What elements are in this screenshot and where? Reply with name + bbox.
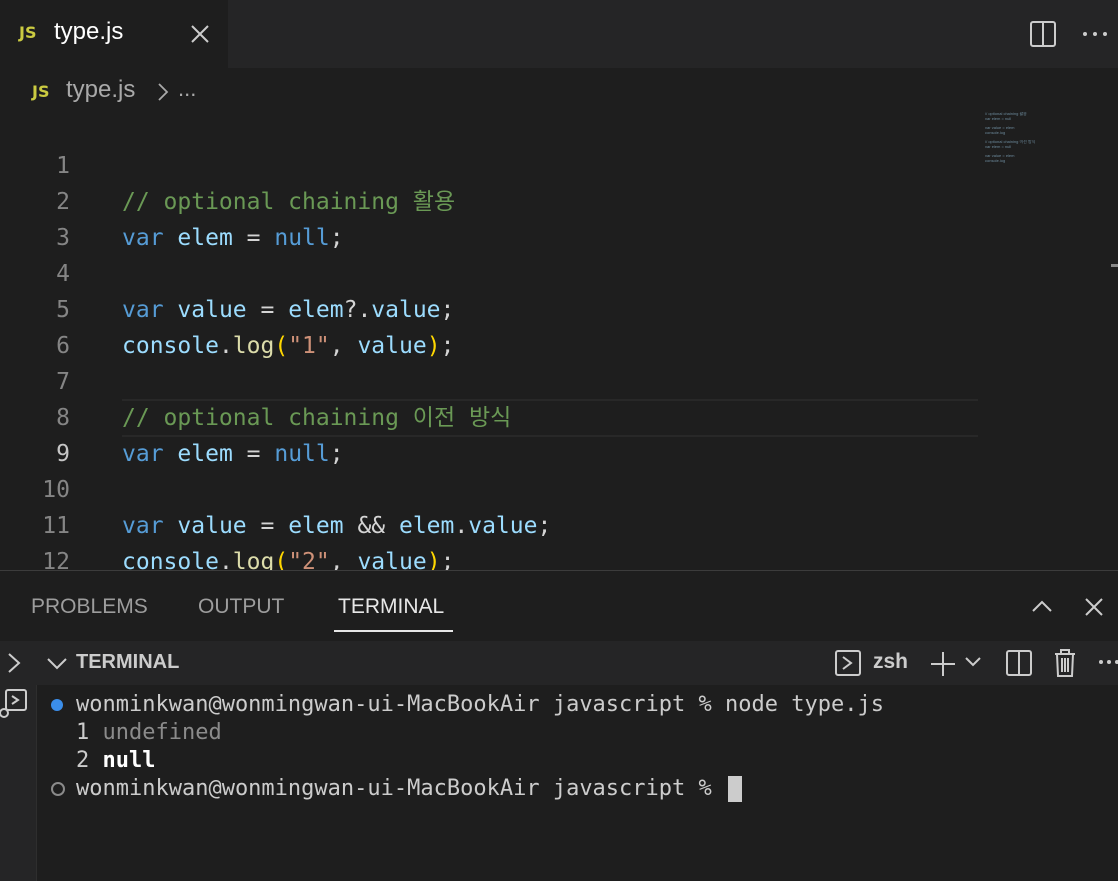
output-number: 1 <box>76 720 90 745</box>
output-value: undefined <box>102 720 222 745</box>
code-line: 10 var value = elem && elem.value; <box>0 436 980 539</box>
code-line: 5 console.log("1", value); <box>0 256 980 359</box>
code-line: 4 var value = elem?.value; <box>0 220 980 323</box>
terminal-prompt: wonminkwan@wonmingwan-ui-MacBookAir java… <box>76 776 726 801</box>
terminal-line: 2 null <box>76 747 155 775</box>
bottom-panel: PROBLEMS OUTPUT TERMINAL TERMINAL zsh wo… <box>0 570 1118 881</box>
terminal-header: TERMINAL zsh <box>36 641 1118 685</box>
code-line: 1 // optional chaining 활용 <box>0 112 980 215</box>
chevron-right-icon[interactable] <box>4 651 24 675</box>
add-terminal-icon[interactable] <box>928 649 958 679</box>
tab-output[interactable]: OUTPUT <box>198 595 284 619</box>
minimap-line <box>985 150 1057 153</box>
editor-tab-bar: JS type.js <box>0 0 1118 68</box>
code-line: 2 var elem = null; <box>0 148 980 251</box>
code-line: 11 console.log("2", value); <box>0 472 980 575</box>
code-editor[interactable]: 1 // optional chaining 활용 2 var elem = n… <box>0 112 1118 575</box>
javascript-file-icon: JS <box>32 82 50 101</box>
code-line: 3 <box>0 184 980 251</box>
code-line: 12 <box>0 508 980 575</box>
javascript-file-icon: JS <box>19 23 37 42</box>
terminal-prompt: wonminkwan@wonmingwan-ui-MacBookAir java… <box>76 692 726 717</box>
more-actions-icon[interactable] <box>1098 657 1118 667</box>
command-status-dot <box>51 782 65 796</box>
close-panel-icon[interactable] <box>1082 595 1106 619</box>
terminal-section-title: TERMINAL <box>76 651 180 673</box>
terminal-line: 1 undefined <box>76 719 222 747</box>
minimap-line <box>985 122 1057 125</box>
minimap[interactable]: // optional chaining 활용 var elem = null … <box>985 112 1057 172</box>
minimap-line: var elem = null <box>985 117 1012 121</box>
minimap-line: console.log <box>985 159 1006 163</box>
code-line: 9 <box>0 400 980 467</box>
breadcrumb-file[interactable]: type.js <box>66 76 135 104</box>
run-debug-icon[interactable] <box>0 687 28 719</box>
breadcrumb-symbols[interactable]: ... <box>178 76 196 102</box>
terminal-command: node type.js <box>725 692 884 717</box>
minimap-line: // optional chaining 활용 <box>985 112 1027 116</box>
close-icon[interactable] <box>186 20 214 48</box>
output-number: 2 <box>76 748 90 773</box>
terminal-line: wonminkwan@wonmingwan-ui-MacBookAir java… <box>76 775 743 803</box>
trash-icon[interactable] <box>1052 647 1078 679</box>
split-terminal-icon[interactable] <box>1005 648 1033 678</box>
terminal-side-strip <box>0 641 37 881</box>
tab-terminal[interactable]: TERMINAL <box>338 595 444 619</box>
code-line: 8 var elem = null; <box>0 364 980 467</box>
chevron-down-icon[interactable] <box>964 655 982 669</box>
terminal-cursor <box>728 776 743 802</box>
breadcrumb: JS type.js ... <box>0 68 1118 114</box>
terminal-shell-icon[interactable] <box>833 648 863 678</box>
scrollbar-marker[interactable] <box>1111 264 1118 267</box>
minimap-line <box>985 136 1057 139</box>
chevron-right-icon <box>158 83 169 101</box>
more-actions-icon[interactable] <box>1080 20 1110 48</box>
chevron-up-icon[interactable] <box>1030 595 1054 619</box>
minimap-line: console.log <box>985 131 1006 135</box>
minimap-line: // optional chaining 이전 방식 <box>985 140 1036 144</box>
terminal-line: wonminkwan@wonmingwan-ui-MacBookAir java… <box>76 691 884 719</box>
chevron-down-icon[interactable] <box>46 654 68 672</box>
command-status-dot <box>51 699 63 711</box>
terminal-output[interactable]: wonminkwan@wonmingwan-ui-MacBookAir java… <box>36 685 1118 881</box>
code-line: 6 <box>0 292 980 359</box>
minimap-line: var elem = null <box>985 145 1012 149</box>
split-editor-icon[interactable] <box>1028 19 1058 49</box>
output-value: null <box>102 748 156 773</box>
tab-problems[interactable]: PROBLEMS <box>31 595 148 619</box>
minimap-line: var value = elem <box>985 154 1015 158</box>
active-tab-indicator <box>334 630 453 632</box>
tab-title: type.js <box>54 18 124 45</box>
tab-type-js[interactable]: JS type.js <box>0 0 228 68</box>
minimap-line: var value = elem <box>985 126 1015 130</box>
code-line: 7 // optional chaining 이전 방식 <box>0 328 980 431</box>
terminal-shell-name[interactable]: zsh <box>873 650 908 674</box>
